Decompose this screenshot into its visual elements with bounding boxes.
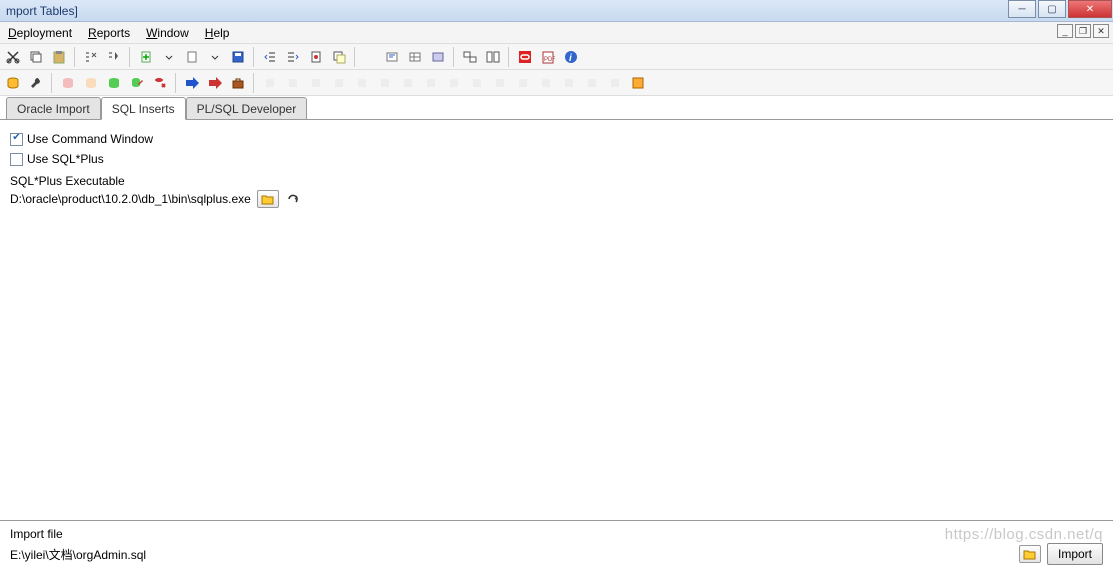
- help-icon[interactable]: i: [560, 46, 582, 68]
- titlebar: mport Tables] ─ ▢ ✕: [0, 0, 1113, 22]
- minimize-button[interactable]: ─: [1008, 0, 1036, 18]
- oracle-icon[interactable]: [514, 46, 536, 68]
- step-icon: [535, 72, 557, 94]
- browse-sqlplus-button[interactable]: [257, 190, 279, 208]
- import-button[interactable]: Import: [1047, 543, 1103, 565]
- find-next-icon[interactable]: [103, 46, 125, 68]
- step-icon: [581, 72, 603, 94]
- step-icon: [305, 72, 327, 94]
- use-command-window-label: Use Command Window: [27, 132, 153, 146]
- window-list-icon[interactable]: [459, 46, 481, 68]
- tab-sql-inserts[interactable]: SQL Inserts: [101, 97, 186, 120]
- window-title: mport Tables]: [6, 4, 78, 18]
- step-icon: [328, 72, 350, 94]
- toolbar-2: [0, 70, 1113, 96]
- pdf-icon[interactable]: PDF: [537, 46, 559, 68]
- window-controls: ─ ▢ ✕: [1007, 0, 1113, 20]
- db-orange-icon: [80, 72, 102, 94]
- bookmark-icon[interactable]: [305, 46, 327, 68]
- tabbar: Oracle Import SQL Inserts PL/SQL Develop…: [0, 96, 1113, 120]
- cut-icon[interactable]: [2, 46, 24, 68]
- step-icon: [466, 72, 488, 94]
- copy-icon[interactable]: [25, 46, 47, 68]
- svg-text:i: i: [569, 53, 572, 64]
- use-command-window-checkbox[interactable]: [10, 133, 23, 146]
- tab-plsql-developer[interactable]: PL/SQL Developer: [186, 97, 308, 120]
- step-icon: [282, 72, 304, 94]
- refresh-icon[interactable]: [285, 192, 301, 206]
- step-icon: [259, 72, 281, 94]
- indent-left-icon[interactable]: [259, 46, 281, 68]
- content-area: Use Command Window Use SQL*Plus SQL*Plus…: [0, 120, 1113, 510]
- sqlplus-executable-label: SQL*Plus Executable: [10, 174, 1103, 188]
- mdi-minimize[interactable]: _: [1057, 24, 1073, 38]
- menu-deployment[interactable]: Deployment: [2, 24, 78, 42]
- mdi-controls: _ ❐ ✕: [1057, 24, 1109, 38]
- connect-icon[interactable]: [2, 72, 24, 94]
- save-icon[interactable]: [227, 46, 249, 68]
- paste-icon[interactable]: [48, 46, 70, 68]
- step-icon: [558, 72, 580, 94]
- new-icon[interactable]: [135, 46, 157, 68]
- template-icon[interactable]: [328, 46, 350, 68]
- use-sqlplus-checkbox[interactable]: [10, 153, 23, 166]
- arrow-red-icon[interactable]: [204, 72, 226, 94]
- explain-icon[interactable]: [381, 46, 403, 68]
- find-icon[interactable]: [80, 46, 102, 68]
- sql-window-icon[interactable]: [427, 46, 449, 68]
- step-icon: [351, 72, 373, 94]
- tile-icon[interactable]: [482, 46, 504, 68]
- step-icon: [443, 72, 465, 94]
- step-icon: [512, 72, 534, 94]
- mdi-restore[interactable]: ❐: [1075, 24, 1091, 38]
- step-icon: [489, 72, 511, 94]
- arrow-blue-icon[interactable]: [181, 72, 203, 94]
- wrench-icon[interactable]: [25, 72, 47, 94]
- toolbar-1: PDF i: [0, 44, 1113, 70]
- close-button[interactable]: ✕: [1068, 0, 1112, 18]
- folder-icon: [1023, 549, 1037, 560]
- import-file-path: E:\yilei\文档\orgAdmin.sql: [10, 546, 1019, 563]
- query-builder-icon[interactable]: [404, 46, 426, 68]
- indent-right-icon[interactable]: [282, 46, 304, 68]
- db-edit-icon[interactable]: [126, 72, 148, 94]
- menubar: Deployment Reports Window Help _ ❐ ✕: [0, 22, 1113, 44]
- svg-text:PDF: PDF: [544, 57, 555, 63]
- stop-icon[interactable]: [627, 72, 649, 94]
- db-delete-icon[interactable]: [149, 72, 171, 94]
- menu-window[interactable]: Window: [140, 24, 195, 42]
- dropdown-icon[interactable]: [204, 46, 226, 68]
- sqlplus-executable-path: D:\oracle\product\10.2.0\db_1\bin\sqlplu…: [10, 192, 251, 206]
- dropdown-icon[interactable]: [158, 46, 180, 68]
- folder-icon: [261, 194, 275, 205]
- watermark: https://blog.csdn.net/q: [945, 526, 1103, 543]
- menu-help[interactable]: Help: [199, 24, 236, 42]
- mdi-close[interactable]: ✕: [1093, 24, 1109, 38]
- tab-oracle-import[interactable]: Oracle Import: [6, 97, 101, 120]
- step-icon: [604, 72, 626, 94]
- step-icon: [374, 72, 396, 94]
- step-icon: [397, 72, 419, 94]
- import-file-label: Import file: [10, 527, 1103, 541]
- menu-reports[interactable]: Reports: [82, 24, 136, 42]
- use-sqlplus-label: Use SQL*Plus: [27, 152, 104, 166]
- step-icon: [420, 72, 442, 94]
- db-green-icon[interactable]: [103, 72, 125, 94]
- briefcase-icon[interactable]: [227, 72, 249, 94]
- open-icon[interactable]: [181, 46, 203, 68]
- db-red-icon: [57, 72, 79, 94]
- maximize-button[interactable]: ▢: [1038, 0, 1066, 18]
- browse-import-button[interactable]: [1019, 545, 1041, 563]
